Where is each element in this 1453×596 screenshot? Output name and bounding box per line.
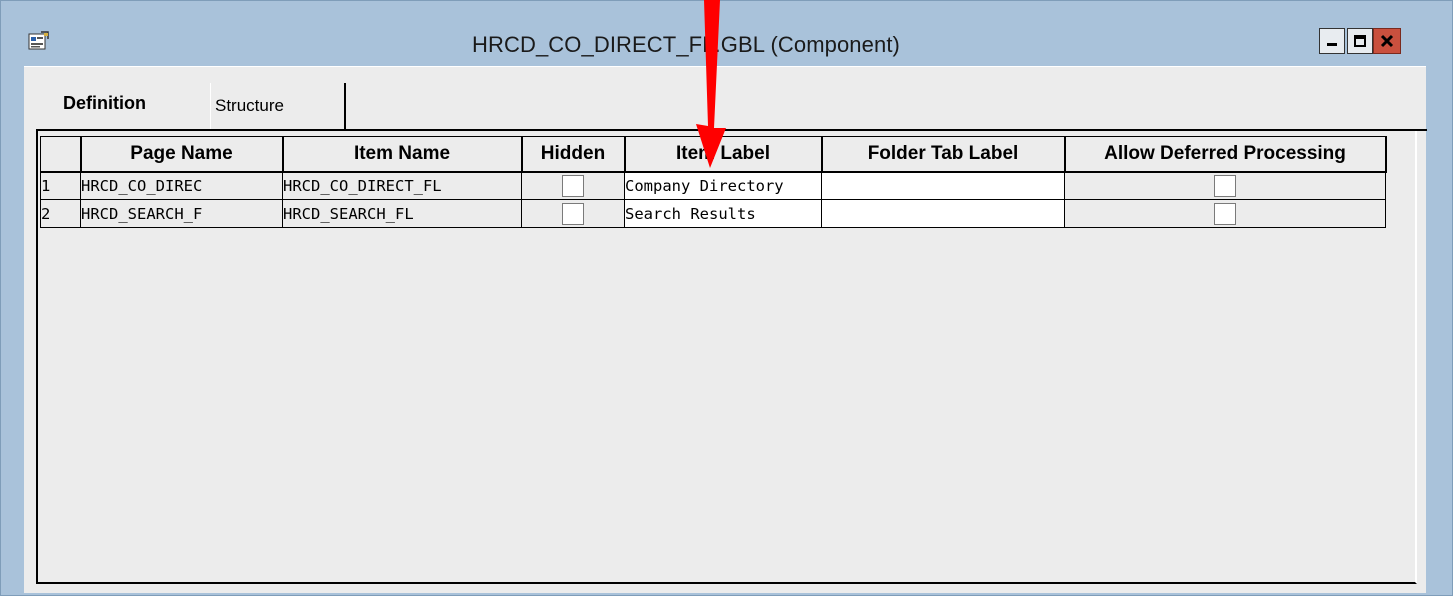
hidden-cell: [521, 171, 625, 200]
column-header-hidden[interactable]: Hidden: [521, 136, 626, 173]
table-row[interactable]: 1 HRCD_CO_DIREC HRCD_CO_DIRECT_FL Compan…: [40, 171, 1386, 200]
row-number[interactable]: 2: [40, 199, 81, 228]
allow-deferred-checkbox[interactable]: [1214, 202, 1236, 225]
tab-structure[interactable]: Structure: [210, 83, 346, 129]
maximize-button[interactable]: [1347, 28, 1373, 54]
item-name-cell[interactable]: HRCD_CO_DIRECT_FL: [282, 171, 522, 200]
page-name-cell[interactable]: HRCD_SEARCH_F: [80, 199, 283, 228]
hidden-cell: [521, 199, 625, 228]
minimize-button[interactable]: [1319, 28, 1345, 54]
tab-definition[interactable]: Definition: [52, 79, 206, 129]
row-number[interactable]: 1: [40, 171, 81, 200]
window-title: HRCD_CO_DIRECT_FL.GBL (Component): [472, 32, 900, 57]
page-name-cell[interactable]: HRCD_CO_DIREC: [80, 171, 283, 200]
allow-deferred-cell: [1064, 171, 1386, 200]
definition-grid-frame: Page Name Item Name Hidden Item Label Fo…: [36, 129, 1427, 584]
red-arrow-annotation: [696, 0, 726, 168]
allow-deferred-checkbox[interactable]: [1214, 174, 1236, 197]
maximize-icon: [1354, 35, 1366, 47]
allow-deferred-cell: [1064, 199, 1386, 228]
folder-tab-label-cell[interactable]: [821, 199, 1065, 228]
tab-structure-label: Structure: [215, 96, 284, 115]
item-label-cell[interactable]: Search Results: [624, 199, 822, 228]
table-row[interactable]: 2 HRCD_SEARCH_F HRCD_SEARCH_FL Search Re…: [40, 199, 1386, 228]
column-header-folder-tab-label[interactable]: Folder Tab Label: [821, 136, 1066, 173]
tab-definition-label: Definition: [63, 93, 146, 113]
column-header-rownum[interactable]: [40, 136, 82, 173]
close-icon: [1380, 34, 1394, 48]
folder-tab-label-cell[interactable]: [821, 171, 1065, 200]
column-header-item-name[interactable]: Item Name: [282, 136, 523, 173]
hidden-checkbox[interactable]: [562, 174, 584, 197]
minimize-icon: [1327, 43, 1337, 46]
item-name-cell[interactable]: HRCD_SEARCH_FL: [282, 199, 522, 228]
column-header-page-name[interactable]: Page Name: [80, 136, 284, 173]
hidden-checkbox[interactable]: [562, 202, 584, 225]
item-label-cell[interactable]: Company Directory: [624, 171, 822, 200]
close-button[interactable]: [1373, 28, 1401, 54]
column-header-allow-deferred-processing[interactable]: Allow Deferred Processing: [1064, 136, 1387, 173]
